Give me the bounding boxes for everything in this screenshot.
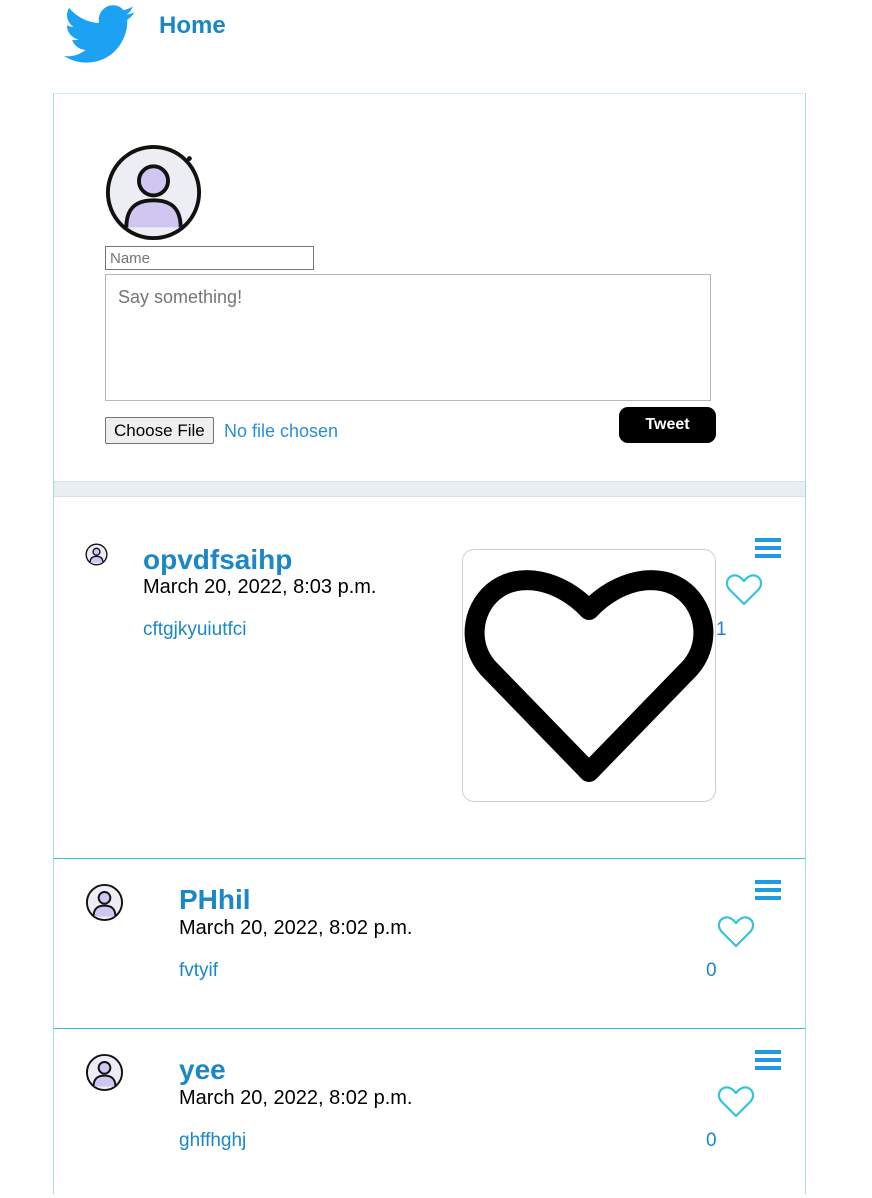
default-user-avatar-icon (105, 144, 202, 241)
post-username[interactable]: opvdfsaihp (143, 544, 292, 576)
tweet-submit-button[interactable]: Tweet (619, 407, 716, 443)
like-count: 1 (716, 619, 727, 640)
post-image[interactable] (462, 549, 716, 802)
twitter-bird-icon[interactable] (63, 5, 137, 65)
heart-like-icon[interactable] (726, 574, 762, 606)
post-content: ghffhghj (179, 1130, 247, 1151)
file-status-text: No file chosen (224, 421, 339, 441)
default-user-avatar-icon[interactable] (85, 1053, 124, 1092)
default-user-avatar-icon[interactable] (85, 543, 108, 566)
post-timestamp: March 20, 2022, 8:02 p.m. (179, 917, 413, 939)
tweet-composer: Choose File No file chosen Tweet (54, 94, 805, 481)
post-username[interactable]: PHhil (179, 884, 251, 916)
tweet-post: PHhil March 20, 2022, 8:02 p.m. fvtyif 0 (54, 858, 805, 1029)
heart-like-icon[interactable] (718, 1086, 754, 1118)
page-header: Home (0, 0, 872, 94)
post-menu-icon[interactable] (755, 880, 781, 902)
tweet-post: yee March 20, 2022, 8:02 p.m. ghffhghj 0 (54, 1028, 805, 1198)
tweet-post: opvdfsaihp March 20, 2022, 8:03 p.m. cft… (54, 498, 805, 859)
post-menu-icon[interactable] (755, 1050, 781, 1072)
feed-column: Choose File No file chosen Tweet opvdfsa… (53, 93, 806, 1194)
post-content: cftgjkyuiutfci (143, 619, 247, 640)
heart-outline-image (464, 570, 714, 782)
choose-file-button[interactable]: Choose File (105, 417, 214, 444)
section-divider (54, 481, 805, 497)
heart-like-icon[interactable] (718, 916, 754, 948)
post-content: fvtyif (179, 960, 219, 981)
tweet-message-input[interactable] (105, 274, 711, 401)
post-username[interactable]: yee (179, 1054, 226, 1086)
like-count: 0 (706, 960, 717, 981)
post-menu-icon[interactable] (755, 538, 781, 560)
name-input[interactable] (105, 246, 314, 270)
post-timestamp: March 20, 2022, 8:03 p.m. (143, 576, 377, 598)
page-title[interactable]: Home (159, 12, 226, 40)
like-count: 0 (706, 1130, 717, 1151)
post-timestamp: March 20, 2022, 8:02 p.m. (179, 1087, 413, 1109)
default-user-avatar-icon[interactable] (85, 883, 124, 922)
